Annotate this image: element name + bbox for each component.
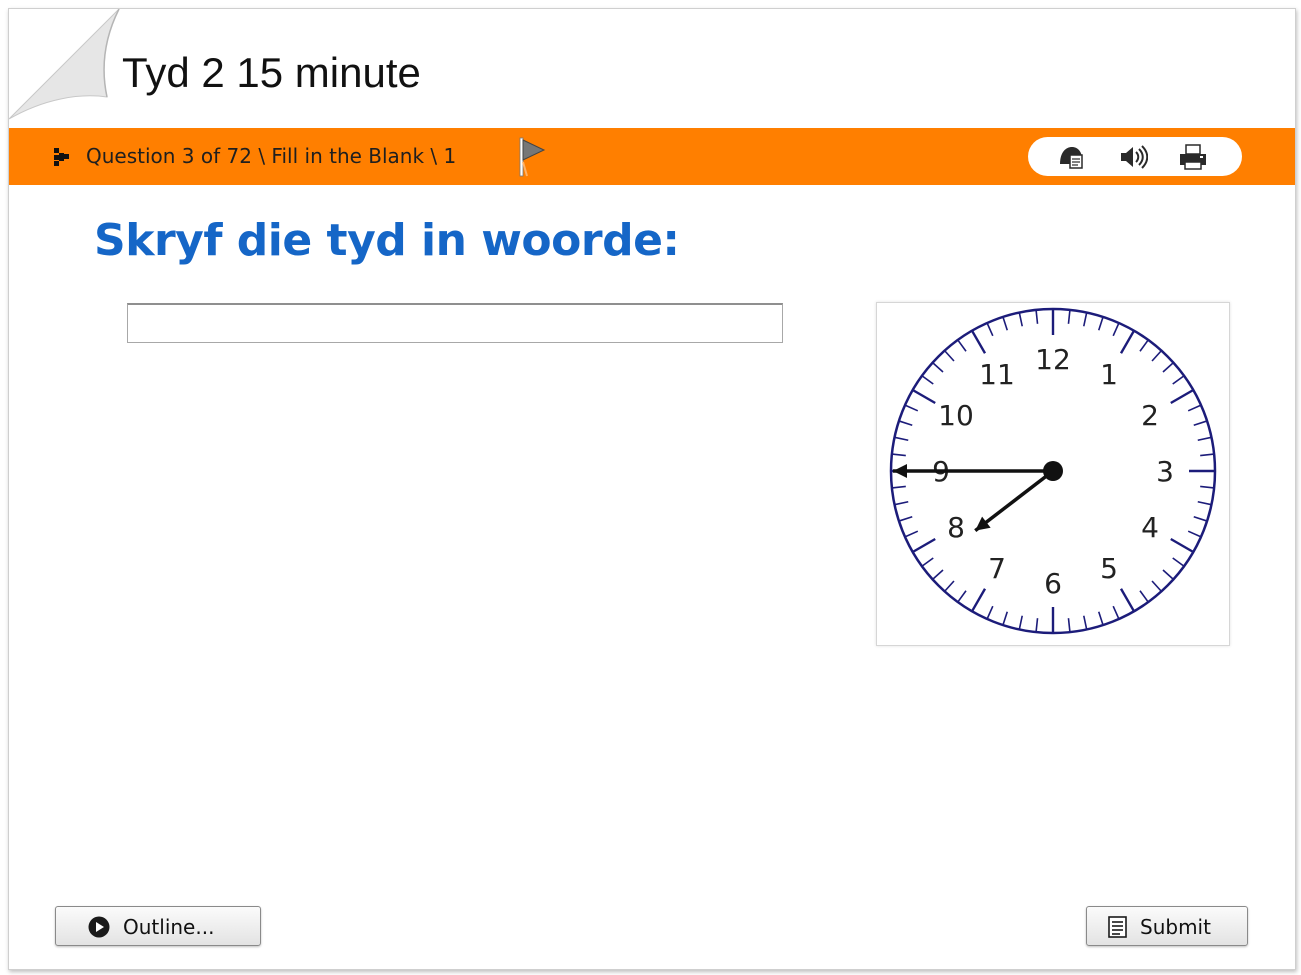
- page-title: Tyd 2 15 minute: [122, 49, 421, 96]
- glossary-icon[interactable]: [1056, 142, 1086, 172]
- clock-numeral: 8: [947, 511, 965, 544]
- clock-numeral: 3: [1156, 455, 1174, 488]
- print-icon[interactable]: [1178, 142, 1208, 172]
- clock-image: 121234567891011: [876, 302, 1230, 646]
- clock-numeral: 10: [938, 399, 974, 432]
- submit-button-label: Submit: [1140, 915, 1211, 939]
- clock-numeral: 12: [1035, 343, 1071, 376]
- play-circle-icon: [88, 916, 110, 938]
- clock-face: 121234567891011: [889, 307, 1217, 635]
- clock-numeral: 11: [979, 358, 1015, 391]
- question-bar: Question 3 of 72 \ Fill in the Blank \ 1: [9, 128, 1295, 185]
- nav-arrow-icon: [54, 148, 69, 166]
- outline-button-label: Outline...: [123, 915, 215, 939]
- question-prompt: Skryf die tyd in woorde:: [94, 215, 680, 266]
- clock-center-pin: [1043, 461, 1063, 481]
- flag-icon[interactable]: [518, 136, 548, 178]
- clock-numeral: 6: [1044, 567, 1062, 600]
- clock-numeral: 5: [1100, 552, 1118, 585]
- clock-numeral: 7: [988, 552, 1006, 585]
- quiz-frame: Tyd 2 15 minute Question 3 of 72 \ Fill …: [8, 8, 1296, 970]
- page-curl-icon: [9, 9, 120, 120]
- audio-icon[interactable]: [1118, 142, 1148, 172]
- clock-numeral: 2: [1141, 399, 1159, 432]
- outline-button[interactable]: Outline...: [55, 906, 261, 946]
- submit-button[interactable]: Submit: [1086, 906, 1248, 946]
- submit-list-icon: [1108, 916, 1127, 938]
- tools-toolbar: [1028, 137, 1242, 176]
- question-counter: Question 3 of 72 \ Fill in the Blank \ 1: [86, 144, 457, 168]
- clock-numeral: 1: [1100, 358, 1118, 391]
- clock-numeral: 4: [1141, 511, 1159, 544]
- answer-input[interactable]: [127, 303, 783, 343]
